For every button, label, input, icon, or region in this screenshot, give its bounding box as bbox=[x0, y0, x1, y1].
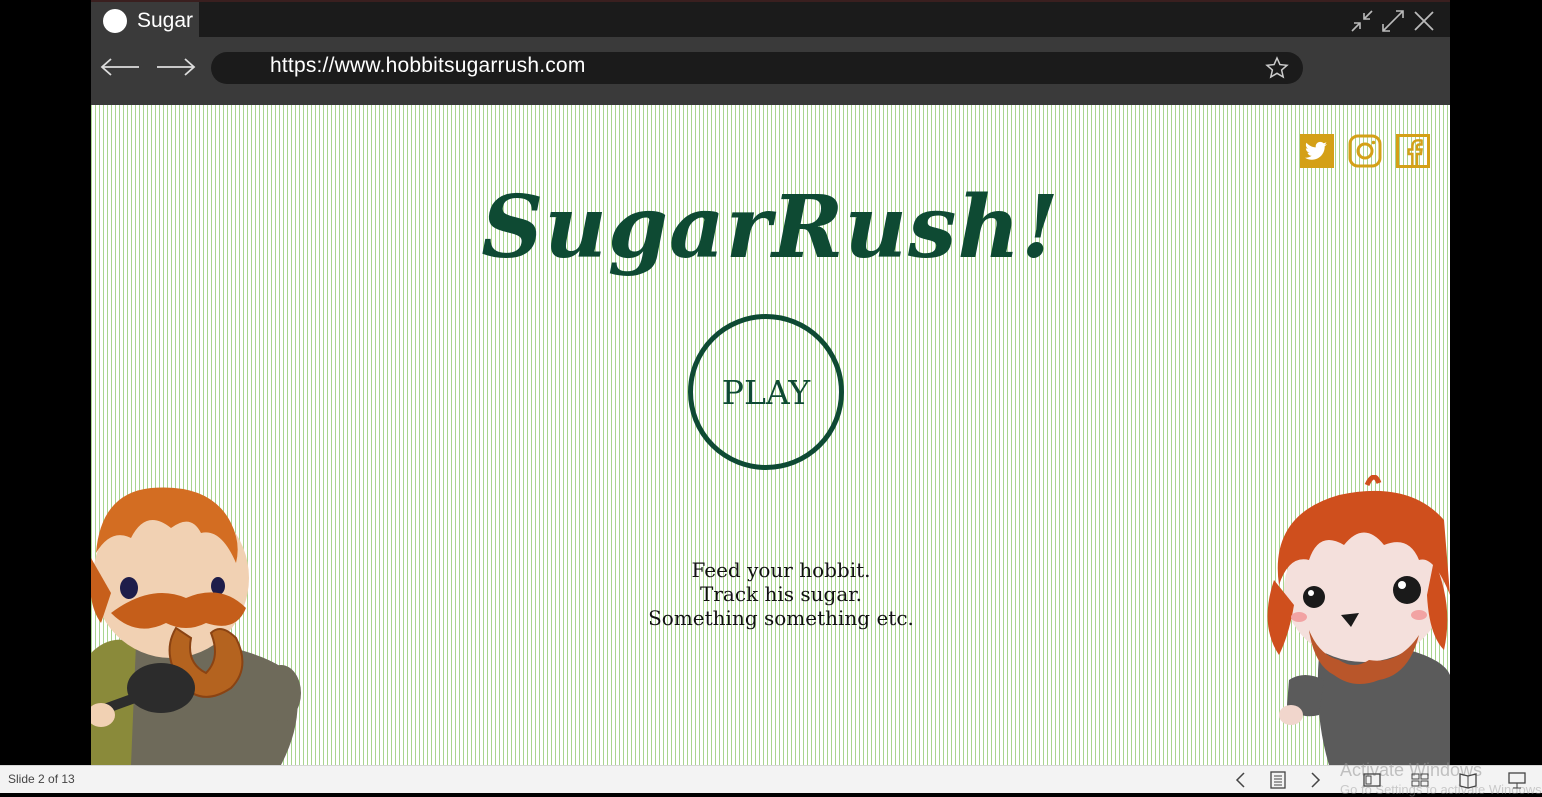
tagline: Feed your hobbit. Track his sugar. Somet… bbox=[581, 558, 981, 630]
slide-sorter-icon[interactable] bbox=[1411, 771, 1429, 789]
hobbit-right-illustration bbox=[1267, 475, 1450, 765]
browser-tab[interactable]: Sugar bbox=[91, 2, 199, 39]
tagline-line: Track his sugar. bbox=[700, 582, 862, 606]
next-slide-icon[interactable] bbox=[1306, 771, 1324, 789]
play-button[interactable]: PLAY bbox=[688, 314, 844, 470]
reading-view-icon[interactable] bbox=[1459, 771, 1477, 789]
close-icon[interactable] bbox=[1411, 8, 1437, 34]
minimize-icon[interactable] bbox=[1349, 8, 1375, 34]
slideshow-icon[interactable] bbox=[1508, 771, 1526, 789]
tagline-line: Something something etc. bbox=[648, 606, 914, 630]
notes-icon[interactable] bbox=[1269, 771, 1287, 789]
tab-favicon-icon bbox=[103, 8, 127, 33]
browser-window: Sugar https://www.hobbitsugarrush.com Su… bbox=[91, 0, 1450, 765]
address-bar[interactable]: https://www.hobbitsugarrush.com bbox=[211, 52, 1303, 84]
forward-arrow-icon[interactable] bbox=[155, 51, 197, 83]
title-bar: Sugar bbox=[91, 0, 1450, 39]
bookmark-star-icon[interactable] bbox=[1265, 56, 1289, 80]
slide-counter: Slide 2 of 13 bbox=[8, 772, 75, 786]
page-title: SugarRush! bbox=[481, 177, 1060, 278]
back-arrow-icon[interactable] bbox=[99, 51, 141, 83]
browser-toolbar: https://www.hobbitsugarrush.com bbox=[91, 37, 1450, 105]
normal-view-icon[interactable] bbox=[1363, 771, 1381, 789]
previous-slide-icon[interactable] bbox=[1232, 771, 1250, 789]
status-bar: Slide 2 of 13 Activate Windows Go to Set… bbox=[0, 760, 1542, 797]
tagline-line: Feed your hobbit. bbox=[691, 558, 871, 582]
facebook-icon[interactable] bbox=[1396, 134, 1430, 168]
url-text: https://www.hobbitsugarrush.com bbox=[270, 54, 586, 77]
hobbit-left-illustration bbox=[91, 487, 301, 765]
twitter-icon[interactable] bbox=[1300, 134, 1334, 168]
page-content: SugarRush! PLAY Feed your hobbit. Track … bbox=[91, 105, 1450, 765]
instagram-icon[interactable] bbox=[1348, 134, 1382, 168]
maximize-icon[interactable] bbox=[1380, 8, 1406, 34]
tab-title: Sugar bbox=[137, 8, 194, 32]
